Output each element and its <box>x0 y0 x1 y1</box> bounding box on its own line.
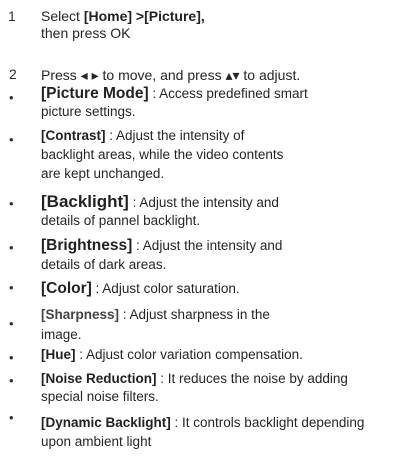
list-item: [Dynamic Backlight] : It controls backli… <box>41 414 364 432</box>
item-label: [Picture Mode] <box>41 85 149 102</box>
step-text: Press ◂ ▸ to move, and press ▴▾ to adjus… <box>41 67 301 83</box>
item-desc-line: details of dark areas. <box>41 257 167 272</box>
list-item: [Backlight] : Adjust the intensity and <box>41 193 279 212</box>
bullet-icon: • <box>9 316 14 331</box>
item-desc: : Access predefined smart <box>148 86 308 101</box>
item-desc-line: upon ambient light <box>41 434 152 449</box>
item-desc: : Adjust the intensity and <box>128 195 279 210</box>
list-item: [Sharpness] : Adjust sharpness in the <box>41 306 270 324</box>
item-desc: : Adjust sharpness in the <box>119 307 270 322</box>
bullet-icon: • <box>9 90 14 105</box>
bullet-icon: • <box>9 350 14 365</box>
item-label: [Sharpness] <box>41 307 120 322</box>
item-label: [Backlight] <box>41 192 129 211</box>
bullet-icon: • <box>9 196 14 211</box>
step-number: 2 <box>9 66 17 82</box>
item-desc: : Adjust the intensity and <box>132 238 283 253</box>
manual-page: { "step1": { "number": "1", "prefix": "S… <box>0 0 398 457</box>
step-prefix: Select <box>41 8 84 24</box>
item-desc-line: picture settings. <box>41 104 136 119</box>
bullet-icon: • <box>9 240 14 255</box>
item-label: [Dynamic Backlight] <box>41 415 171 430</box>
item-desc-line: details of pannel backlight. <box>41 213 201 228</box>
list-item: [Contrast] : Adjust the intensity of <box>41 127 244 145</box>
list-item: [Brightness] : Adjust the intensity and <box>41 237 282 255</box>
item-desc: : Adjust the intensity of <box>105 128 245 143</box>
menu-path: [Home] >[Picture], <box>83 8 205 24</box>
item-label: [Hue] <box>41 347 76 362</box>
bullet-icon: • <box>9 280 14 295</box>
item-label: [Brightness] <box>41 237 133 254</box>
step-text: Select [Home] >[Picture], <box>41 8 205 25</box>
list-item: [Color] : Adjust color saturation. <box>41 280 240 298</box>
step-number: 1 <box>8 8 16 24</box>
bullet-icon: • <box>9 373 14 388</box>
list-item: [Hue] : Adjust color variation compensat… <box>41 346 303 364</box>
item-desc-line: backlight areas, while the video content… <box>41 147 284 162</box>
item-desc-line: image. <box>41 327 82 342</box>
item-desc: : Adjust color saturation. <box>91 281 240 296</box>
item-desc-line: special noise filters. <box>41 389 159 404</box>
item-desc-line: are kept unchanged. <box>41 166 165 181</box>
item-desc: : Adjust color variation compensation. <box>75 347 303 362</box>
bullet-icon: • <box>9 132 14 147</box>
bullet-icon: • <box>9 410 14 425</box>
item-desc: : It reduces the noise by adding <box>156 371 348 386</box>
item-label: [Color] <box>41 280 92 297</box>
step-text-line2: then press OK <box>41 25 131 41</box>
item-label: [Noise Reduction] <box>41 371 157 386</box>
list-item: [Picture Mode] : Access predefined smart <box>41 85 308 103</box>
list-item: [Noise Reduction] : It reduces the noise… <box>41 370 348 388</box>
item-label: [Contrast] <box>41 128 106 143</box>
item-desc: : It controls backlight depending <box>170 415 365 430</box>
